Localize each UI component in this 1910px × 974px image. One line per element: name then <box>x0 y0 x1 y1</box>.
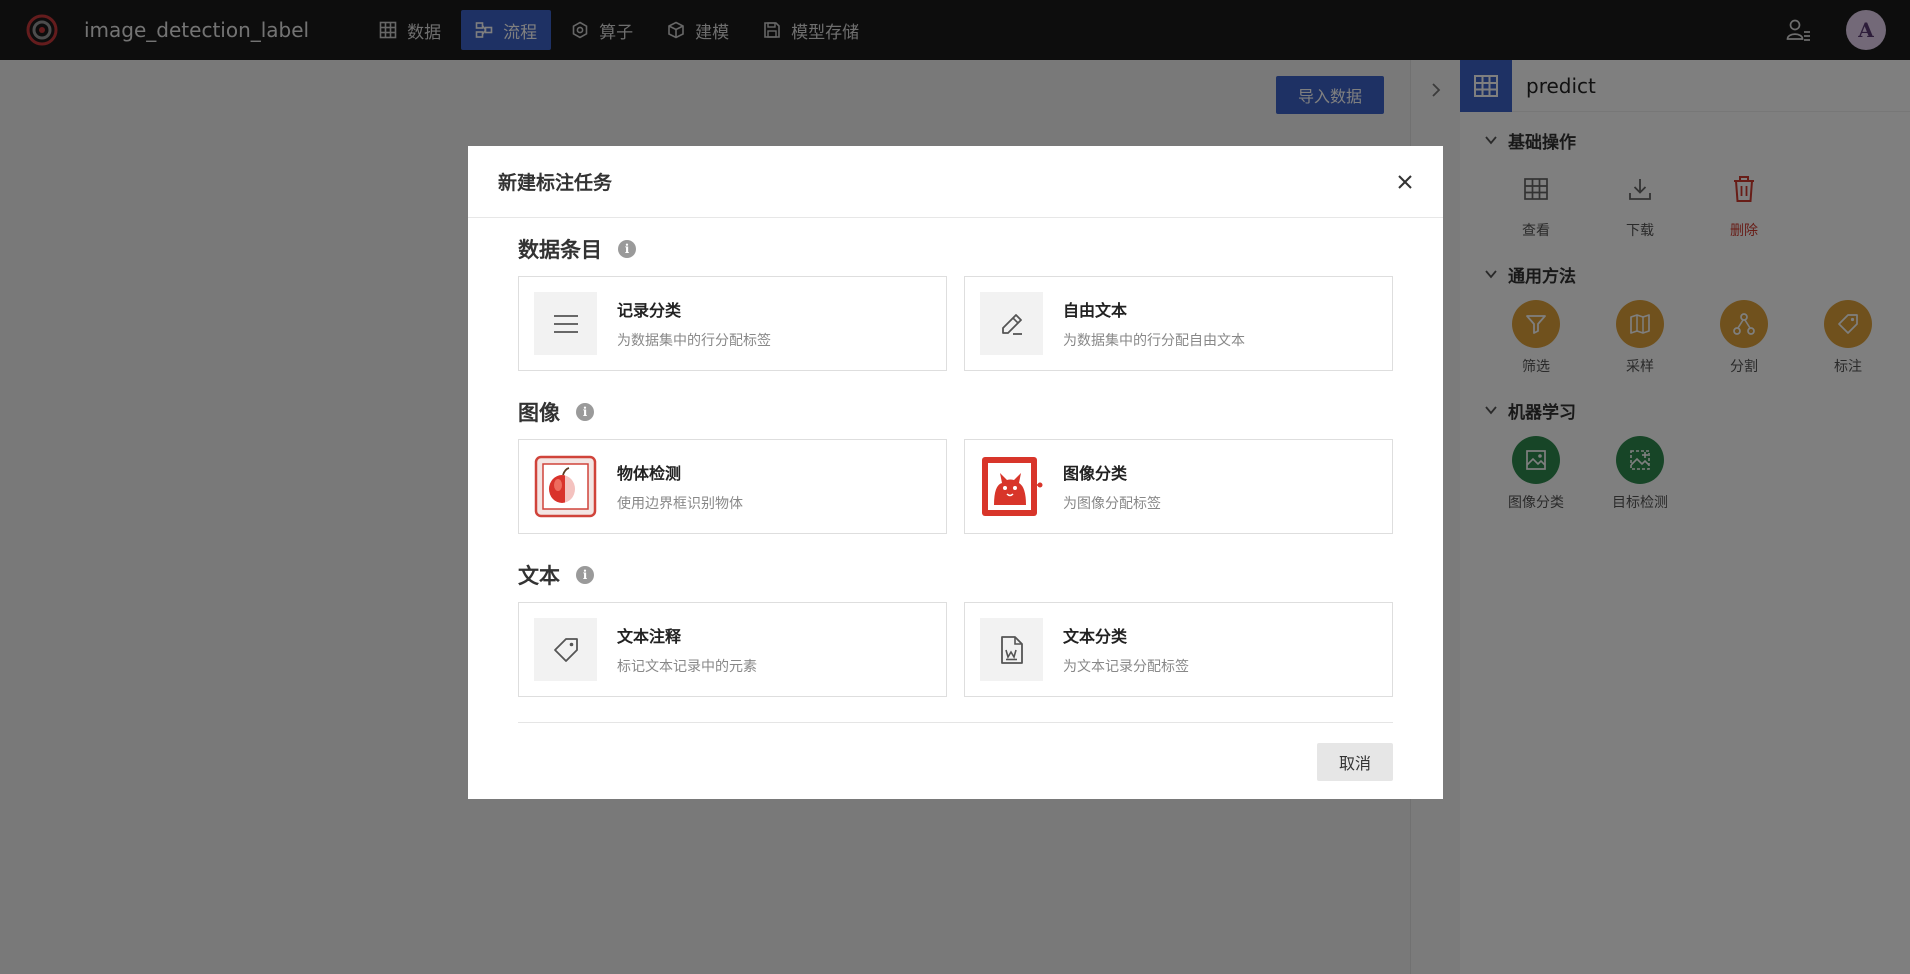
document-icon <box>980 618 1043 681</box>
footer-divider <box>518 722 1393 723</box>
card-image-classification[interactable]: 图像分类为图像分配标签 <box>964 439 1393 534</box>
group-data-items-title: 数据条目 i <box>518 232 1393 266</box>
card-free-text[interactable]: 自由文本为数据集中的行分配自由文本 <box>964 276 1393 371</box>
card-record-classification[interactable]: 记录分类为数据集中的行分配标签 <box>518 276 947 371</box>
card-title: 文本注释 <box>617 627 682 646</box>
group-data-items-label: 数据条目 <box>518 238 602 262</box>
card-text-annotation[interactable]: 文本注释标记文本记录中的元素 <box>518 602 947 697</box>
cancel-button[interactable]: 取消 <box>1317 743 1393 781</box>
card-text-classification[interactable]: 文本分类为文本记录分配标签 <box>964 602 1393 697</box>
dialog-header: 新建标注任务 <box>468 146 1443 218</box>
card-title: 图像分类 <box>1063 464 1128 483</box>
card-title: 记录分类 <box>617 301 682 320</box>
tag-icon <box>534 618 597 681</box>
card-description: 标记文本记录中的元素 <box>617 659 757 675</box>
info-icon[interactable]: i <box>576 403 594 421</box>
card-description: 为数据集中的行分配标签 <box>617 333 771 349</box>
group-text-title: 文本 i <box>518 558 1393 592</box>
card-description: 为文本记录分配标签 <box>1063 659 1189 675</box>
group-image-title: 图像 i <box>518 395 1393 429</box>
new-annotation-task-dialog: 新建标注任务 数据条目 i 记录分类为数据集中的行分配标签 自由文本为数据集中的… <box>468 146 1443 799</box>
list-icon <box>534 292 597 355</box>
group-text-label: 文本 <box>518 564 560 588</box>
close-icon[interactable] <box>1391 168 1419 196</box>
card-description: 为图像分配标签 <box>1063 496 1161 512</box>
apple-detection-icon <box>534 455 597 518</box>
card-title: 物体检测 <box>617 464 682 483</box>
card-title: 自由文本 <box>1063 301 1128 320</box>
pencil-icon <box>980 292 1043 355</box>
cat-classification-icon <box>980 455 1043 518</box>
info-icon[interactable]: i <box>618 240 636 258</box>
card-object-detection[interactable]: 物体检测使用边界框识别物体 <box>518 439 947 534</box>
dialog-title: 新建标注任务 <box>498 172 613 194</box>
card-title: 文本分类 <box>1063 627 1128 646</box>
card-description: 为数据集中的行分配自由文本 <box>1063 333 1245 349</box>
group-image-label: 图像 <box>518 401 560 425</box>
info-icon[interactable]: i <box>576 566 594 584</box>
card-description: 使用边界框识别物体 <box>617 496 743 512</box>
